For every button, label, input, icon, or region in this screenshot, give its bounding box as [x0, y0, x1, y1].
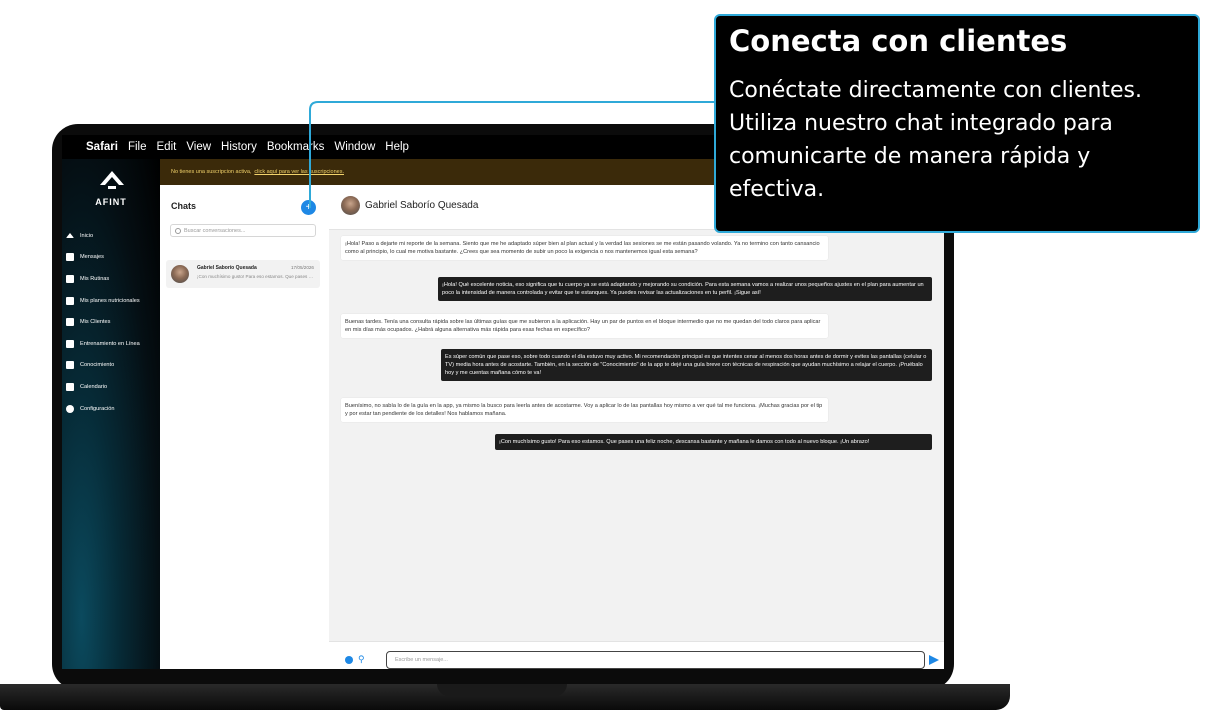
calendar-icon [66, 382, 74, 391]
search-input[interactable]: Buscar conversaciones... [170, 224, 316, 237]
sidebar-item-label: Mis Clientes [80, 319, 111, 326]
sidebar-item-clientes[interactable]: Mis Clientes [62, 311, 160, 333]
message-outgoing: Es súper común que pase eso, sobre todo … [441, 349, 932, 381]
chat-window: Gabriel Saborío Quesada ¡Hola! Paso a de… [329, 185, 944, 669]
home-icon [66, 233, 74, 239]
conversation-name: Gabriel Saborío Quesada [197, 265, 257, 271]
afint-logo-icon [100, 171, 124, 189]
conversation-preview: ¡Con muchísimo gusto! Para eso estamos. … [197, 274, 315, 279]
sidebar-nav: Inicio Mensajes Mis Rutinas Mis planes n… [62, 225, 160, 419]
emoji-icon[interactable] [345, 656, 353, 664]
sidebar-item-configuracion[interactable]: Configuración [62, 398, 160, 420]
video-icon [66, 339, 74, 348]
menu-edit[interactable]: Edit [157, 141, 177, 153]
sidebar-item-mensajes[interactable]: Mensajes [62, 247, 160, 269]
book-icon [66, 361, 74, 370]
nutrition-icon [66, 296, 74, 305]
menu-file[interactable]: File [128, 141, 147, 153]
message-composer: ⚲ Escribe un mensaje... [329, 641, 944, 669]
send-icon[interactable] [929, 655, 939, 665]
sidebar-item-inicio[interactable]: Inicio [62, 225, 160, 247]
message-incoming: Buenísimo, no sabía lo de la guía en la … [341, 398, 828, 422]
feature-callout: Conecta con clientes Conéctate directame… [714, 14, 1200, 233]
laptop-notch [437, 684, 567, 696]
menu-app-name[interactable]: Safari [86, 141, 118, 153]
sidebar-item-label: Mensajes [80, 254, 104, 261]
avatar [171, 265, 189, 283]
sidebar-item-nutricion[interactable]: Mis planes nutricionales [62, 290, 160, 312]
callout-body: Conéctate directamente con clientes. Uti… [729, 78, 1143, 202]
search-icon [175, 227, 181, 234]
sidebar-item-entrenamiento[interactable]: Entrenamiento en Línea [62, 333, 160, 355]
conversation-item[interactable]: Gabriel Saborío Quesada 17/05/2026 ¡Con … [166, 260, 320, 288]
sidebar-item-label: Inicio [80, 232, 94, 239]
message-input[interactable]: Escribe un mensaje... [386, 651, 925, 669]
message-outgoing: ¡Con muchísimo gusto! Para eso estamos. … [495, 434, 932, 450]
conversation-date: 17/05/2026 [291, 265, 314, 270]
sidebar-item-rutinas[interactable]: Mis Rutinas [62, 268, 160, 290]
search-placeholder: Buscar conversaciones... [184, 227, 246, 234]
sidebar-item-label: Conocimiento [80, 362, 115, 369]
sidebar-item-label: Entrenamiento en Línea [80, 340, 140, 347]
sidebar-item-label: Configuración [80, 405, 115, 412]
menu-history[interactable]: History [221, 141, 257, 153]
sidebar-item-conocimiento[interactable]: Conocimiento [62, 355, 160, 377]
chats-title: Chats [171, 201, 197, 211]
message-incoming: Buenas tardes. Tenía una consulta rápida… [341, 314, 828, 338]
attach-icon[interactable]: ⚲ [358, 654, 365, 665]
message-input-placeholder: Escribe un mensaje... [395, 657, 448, 663]
sidebar-item-label: Mis planes nutricionales [80, 297, 140, 304]
sidebar: AFINT Inicio Mensajes Mis Rutinas Mis pl… [62, 159, 160, 669]
banner-text: No tienes una suscripcion activa, [171, 169, 252, 175]
callout-title: Conecta con clientes [729, 24, 1068, 58]
chat-icon [66, 253, 74, 262]
callout-connector [309, 101, 714, 208]
sidebar-item-label: Mis Rutinas [80, 275, 110, 282]
chats-panel: Chats + Buscar conversaciones... Gabriel… [160, 185, 330, 669]
gear-icon [66, 404, 74, 413]
sidebar-item-label: Calendario [80, 383, 108, 390]
routines-icon [66, 274, 74, 283]
menu-view[interactable]: View [186, 141, 211, 153]
logo-text: AFINT [95, 197, 127, 207]
clients-icon [66, 318, 74, 327]
message-outgoing: ¡Hola! Qué excelente noticia, eso signif… [438, 277, 932, 301]
sidebar-item-calendario[interactable]: Calendario [62, 376, 160, 398]
message-incoming: ¡Hola! Paso a dejarte mi reporte de la s… [341, 236, 828, 260]
